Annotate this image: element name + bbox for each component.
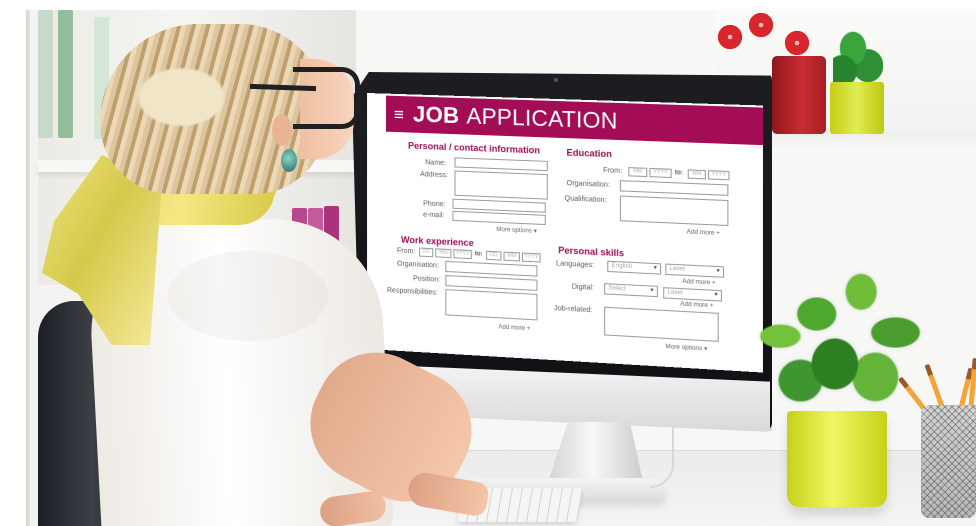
small-yellow-pot: [830, 82, 884, 134]
language-select[interactable]: English ▾: [607, 261, 661, 275]
personal-skills-section-title: Personal skills: [558, 245, 624, 258]
education-to-month[interactable]: MM: [688, 169, 706, 179]
pencil-cup: [921, 405, 976, 518]
education-organisation-label: Organisation:: [567, 180, 611, 189]
digital-level-value: Level: [667, 289, 682, 296]
chevron-down-icon: ▾: [650, 286, 653, 295]
work-add-more-link[interactable]: Add more +: [498, 324, 530, 332]
red-flower: [784, 30, 810, 56]
digital-add-more-link[interactable]: Add more +: [680, 301, 713, 309]
yellow-plant-pot: [787, 411, 887, 507]
shirt-shadow: [168, 251, 328, 341]
work-to-day[interactable]: DD: [486, 251, 501, 261]
digital-level-select[interactable]: Level ▾: [663, 287, 722, 301]
languages-add-more-link[interactable]: Add more +: [682, 279, 715, 287]
digital-label: Digital:: [572, 283, 594, 291]
work-to-month[interactable]: MM: [503, 252, 519, 262]
green-earring: [281, 149, 297, 172]
language-select-value: English: [611, 263, 632, 270]
red-flower: [717, 24, 743, 50]
education-from-label: From:: [603, 167, 622, 175]
education-from-month[interactable]: MM: [628, 167, 647, 177]
education-section-title: Education: [567, 147, 612, 159]
chevron-down-icon: ▾: [717, 267, 720, 277]
work-to-year[interactable]: YYYY: [522, 252, 541, 262]
red-flower: [748, 12, 774, 38]
camera-icon: [554, 78, 558, 82]
window-sill: [760, 132, 976, 152]
top-border: [0, 0, 976, 10]
skills-more-options-link[interactable]: More options ▾: [665, 343, 707, 353]
page-title: APPLICATION: [466, 103, 617, 135]
languages-label: Languages:: [556, 260, 594, 269]
ear: [272, 114, 292, 146]
job-related-field[interactable]: [604, 307, 719, 342]
education-from-year[interactable]: YYYY: [649, 168, 671, 178]
language-level-value: Level: [670, 266, 685, 273]
small-plant: [833, 28, 883, 86]
personal-more-options-link[interactable]: More options ▾: [496, 226, 537, 235]
monitor-stand: [548, 422, 648, 482]
chevron-down-icon: ▾: [714, 291, 717, 301]
red-flower-pot: [772, 56, 826, 134]
work-to-label: to:: [475, 251, 483, 257]
glasses: [293, 67, 360, 129]
qualification-label: Qualification:: [564, 195, 606, 204]
language-level-select[interactable]: Level ▾: [665, 264, 724, 278]
digital-select-value: Select: [608, 285, 626, 292]
education-to-label: to:: [675, 170, 683, 177]
woman-at-desk: [18, 16, 470, 526]
job-related-label: Job-related:: [554, 305, 593, 314]
education-organisation-field[interactable]: [620, 180, 729, 196]
digital-select[interactable]: Select ▾: [604, 283, 658, 297]
chevron-down-icon: ▾: [654, 264, 657, 273]
education-add-more-link[interactable]: Add more +: [687, 229, 720, 237]
qualification-field[interactable]: [620, 196, 729, 227]
office-photo-scene: ≡ JOB APPLICATION Personal / contact inf…: [0, 0, 976, 526]
education-to-year[interactable]: YYYY: [708, 170, 729, 180]
